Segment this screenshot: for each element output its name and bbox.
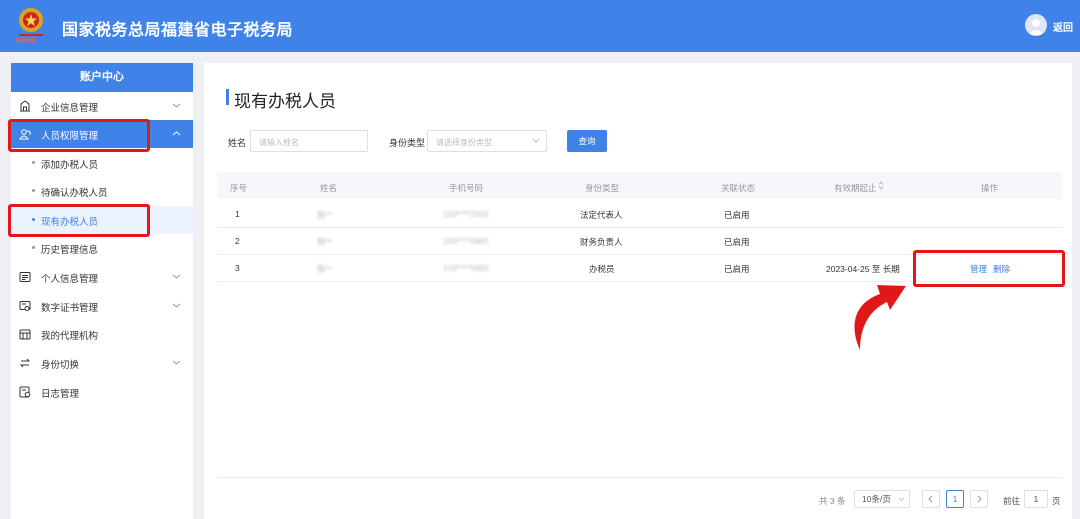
highlight-box-actions bbox=[913, 250, 1065, 287]
table-header-cell: 操作 bbox=[981, 183, 999, 193]
row-status: 已启用 bbox=[724, 264, 750, 274]
row-status: 已启用 bbox=[724, 210, 750, 220]
goto-page-input[interactable]: 1 bbox=[1024, 490, 1048, 508]
bullet-dot bbox=[32, 161, 35, 164]
row-phone: 159****5891 bbox=[443, 263, 490, 273]
certificate-icon bbox=[19, 301, 31, 311]
page-number-button[interactable]: 1 bbox=[946, 490, 964, 508]
emblem-caption: 中国税务 bbox=[16, 38, 37, 44]
sidebar-item-digital-certificate[interactable]: 数字证书管理 bbox=[11, 292, 193, 320]
chevron-down-icon bbox=[172, 103, 181, 108]
chevron-down-icon bbox=[898, 497, 905, 502]
sidebar-item-label: 身份切换 bbox=[41, 360, 80, 371]
sidebar-item-identity-switch[interactable]: 身份切换 bbox=[11, 349, 193, 377]
sidebar-subitem-label: 历史管理信息 bbox=[41, 245, 99, 256]
sidebar-item-enterprise-info[interactable]: 企业信息管理 bbox=[11, 92, 193, 120]
table-header-cell: 姓名 bbox=[320, 183, 338, 193]
chevron-down-icon bbox=[172, 303, 181, 308]
bullet-dot bbox=[32, 246, 35, 249]
chevron-down-icon bbox=[172, 274, 181, 279]
row-status: 已启用 bbox=[724, 237, 750, 247]
top-header: 中国税务 国家税务总局福建省电子税务局 返回 bbox=[0, 0, 1080, 52]
highlight-box-personnel-permissions bbox=[8, 119, 150, 152]
building-icon bbox=[20, 100, 30, 112]
goto-label: 前往 bbox=[1003, 496, 1021, 506]
table-header-cell: 关联状态 bbox=[721, 183, 756, 193]
row-identity-type: 财务负责人 bbox=[580, 237, 623, 247]
chevron-down-icon bbox=[532, 138, 540, 143]
bullet-dot bbox=[32, 189, 35, 192]
next-page-button[interactable] bbox=[970, 490, 988, 508]
chevron-down-icon bbox=[172, 360, 181, 365]
switch-icon bbox=[19, 358, 31, 368]
title-accent-bar bbox=[226, 89, 229, 105]
chevron-up-icon bbox=[172, 131, 181, 136]
id-type-select[interactable]: 请选择身份类型 bbox=[427, 130, 547, 152]
sidebar-item-personal-info[interactable]: 个人信息管理 bbox=[11, 263, 193, 291]
back-link[interactable]: 返回 bbox=[1053, 19, 1073, 34]
table-header-cell: 序号 bbox=[230, 183, 248, 193]
row-validity: 2023-04-25 至 长期 bbox=[826, 264, 900, 274]
avatar[interactable] bbox=[1025, 14, 1047, 36]
row-name: 郑** bbox=[317, 237, 333, 247]
page-size-value: 10条/页 bbox=[862, 494, 891, 504]
row-name: 陈** bbox=[317, 264, 333, 274]
sidebar-subitem-label: 添加办税人员 bbox=[41, 160, 99, 171]
table-header-row bbox=[217, 172, 1062, 199]
id-type-filter-label: 身份类型 bbox=[389, 138, 426, 148]
id-type-select-placeholder: 请选择身份类型 bbox=[436, 138, 492, 147]
sidebar-subitem-history[interactable]: 历史管理信息 bbox=[11, 234, 193, 262]
profile-card-icon bbox=[19, 272, 31, 282]
sidebar-item-label: 企业信息管理 bbox=[41, 103, 99, 114]
total-count: 共 3 条 bbox=[819, 496, 846, 506]
row-identity-type: 法定代表人 bbox=[580, 210, 623, 220]
row-number: 3 bbox=[235, 263, 240, 273]
chevron-left-icon bbox=[928, 495, 933, 503]
sidebar-item-label: 日志管理 bbox=[41, 389, 80, 400]
site-title: 国家税务总局福建省电子税务局 bbox=[62, 22, 294, 39]
name-filter-label: 姓名 bbox=[228, 138, 247, 148]
sidebar-item-label: 数字证书管理 bbox=[41, 303, 99, 314]
page-title: 现有办税人员 bbox=[234, 92, 336, 111]
sidebar-subitem-pending-tax-staff[interactable]: 待确认办税人员 bbox=[11, 177, 193, 205]
log-icon bbox=[19, 386, 31, 398]
table-header-cell: 身份类型 bbox=[585, 183, 620, 193]
user-avatar-icon bbox=[1028, 19, 1044, 35]
page-unit-label: 页 bbox=[1052, 496, 1061, 506]
row-identity-type: 办税员 bbox=[589, 264, 615, 274]
sidebar-subitem-add-tax-staff[interactable]: 添加办税人员 bbox=[11, 149, 193, 177]
agency-icon bbox=[19, 329, 31, 340]
prev-page-button[interactable] bbox=[922, 490, 940, 508]
table-header-cell: 有效期起止 bbox=[834, 183, 877, 193]
sidebar-subitem-label: 待确认办税人员 bbox=[41, 188, 108, 199]
row-phone: 159****2601 bbox=[443, 209, 490, 219]
table-header-cell: 手机号码 bbox=[449, 183, 484, 193]
row-phone: 159****0881 bbox=[443, 236, 490, 246]
sidebar-item-my-agency[interactable]: 我的代理机构 bbox=[11, 320, 193, 348]
row-divider bbox=[217, 227, 1062, 228]
curved-arrow-icon bbox=[854, 285, 906, 350]
sidebar-item-label: 个人信息管理 bbox=[41, 274, 99, 285]
highlight-box-current-tax-staff bbox=[8, 204, 150, 237]
name-input[interactable]: 请输入姓名 bbox=[250, 130, 368, 152]
query-button[interactable]: 查询 bbox=[567, 130, 607, 152]
sidebar-title: 账户中心 bbox=[11, 63, 193, 92]
row-number: 1 bbox=[235, 209, 240, 219]
chevron-right-icon bbox=[977, 495, 982, 503]
row-name: 陈** bbox=[317, 210, 333, 220]
sidebar-item-log-management[interactable]: 日志管理 bbox=[11, 378, 193, 406]
sort-icon[interactable] bbox=[878, 181, 884, 190]
sidebar-item-label: 我的代理机构 bbox=[41, 331, 99, 342]
row-number: 2 bbox=[235, 236, 240, 246]
pagination-divider bbox=[217, 477, 1062, 478]
